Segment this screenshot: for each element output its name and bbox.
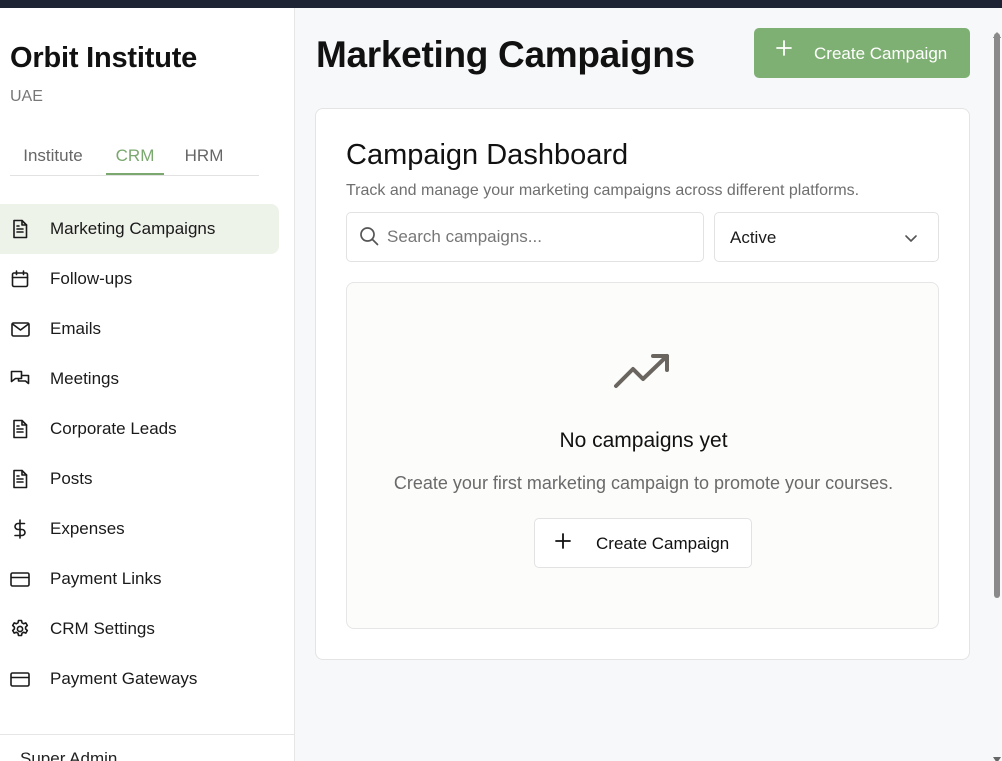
- sidebar-item-posts[interactable]: Posts: [0, 454, 279, 504]
- scrollbar-thumb[interactable]: [994, 33, 1000, 598]
- window-top-bar: [0, 0, 1002, 8]
- create-campaign-button[interactable]: Create Campaign: [754, 28, 970, 78]
- trending-up-icon: [613, 353, 673, 398]
- page-scrollbar[interactable]: [992, 8, 1002, 761]
- user-name: Super Admin: [20, 749, 118, 761]
- campaign-dashboard-card: Campaign Dashboard Track and manage your…: [315, 108, 970, 660]
- tab-institute[interactable]: Institute: [10, 141, 96, 175]
- document-icon: [10, 419, 30, 439]
- search-icon: [359, 226, 379, 251]
- status-filter-value: Active: [730, 228, 777, 247]
- credit-card-icon: [10, 669, 30, 689]
- page-title: Marketing Campaigns: [316, 34, 695, 75]
- gear-icon: [10, 619, 30, 639]
- sidebar-item-emails[interactable]: Emails: [0, 304, 279, 354]
- sidebar: Orbit Institute UAE Institute CRM HRM Ma…: [0, 8, 295, 761]
- dollar-icon: [10, 519, 30, 539]
- calendar-icon: [10, 269, 30, 289]
- tab-crm[interactable]: CRM: [106, 141, 164, 175]
- dashboard-title: Campaign Dashboard: [346, 139, 629, 171]
- empty-create-campaign-button[interactable]: Create Campaign: [534, 518, 752, 568]
- sidebar-item-expenses[interactable]: Expenses: [0, 504, 279, 554]
- sidebar-item-corporate-leads[interactable]: Corporate Leads: [0, 404, 279, 454]
- create-campaign-label: Create Campaign: [814, 44, 948, 63]
- sidebar-item-label: Payment Gateways: [50, 669, 198, 688]
- sidebar-item-follow-ups[interactable]: Follow-ups: [0, 254, 279, 304]
- sidebar-item-label: Follow-ups: [50, 269, 133, 288]
- empty-state: No campaigns yet Create your first marke…: [346, 282, 939, 629]
- sidebar-user-section[interactable]: Super Admin: [0, 734, 295, 761]
- sidebar-item-label: Marketing Campaigns: [50, 219, 216, 238]
- org-region: UAE: [10, 88, 43, 105]
- plus-icon: [776, 40, 792, 61]
- search-input[interactable]: [387, 213, 697, 261]
- document-icon: [10, 219, 30, 239]
- sidebar-item-label: Payment Links: [50, 569, 162, 588]
- tab-hrm[interactable]: HRM: [174, 141, 234, 175]
- sidebar-item-label: Emails: [50, 319, 102, 338]
- empty-state-title: No campaigns yet: [559, 429, 728, 452]
- credit-card-icon: [10, 569, 30, 589]
- sidebar-item-label: Corporate Leads: [50, 419, 177, 438]
- scroll-down-arrow-icon[interactable]: [993, 750, 1001, 761]
- chevron-down-icon: [903, 230, 919, 251]
- dashboard-subtitle: Track and manage your marketing campaign…: [346, 182, 860, 199]
- sidebar-item-meetings[interactable]: Meetings: [0, 354, 279, 404]
- sidebar-item-crm-settings[interactable]: CRM Settings: [0, 604, 279, 654]
- sidebar-item-payment-gateways[interactable]: Payment Gateways: [0, 654, 279, 704]
- mail-icon: [10, 319, 30, 339]
- plus-icon: [555, 533, 571, 554]
- document-icon: [10, 469, 30, 489]
- empty-state-text: Create your first marketing campaign to …: [393, 473, 894, 493]
- sidebar-item-marketing-campaigns[interactable]: Marketing Campaigns: [0, 204, 279, 254]
- status-filter-select[interactable]: Active: [714, 212, 939, 262]
- sidebar-item-label: Posts: [50, 469, 93, 488]
- sidebar-item-payment-links[interactable]: Payment Links: [0, 554, 279, 604]
- sidebar-item-label: Meetings: [50, 369, 119, 388]
- module-tabs: Institute CRM HRM: [10, 141, 259, 176]
- chat-bubbles-icon: [10, 369, 30, 389]
- empty-create-campaign-label: Create Campaign: [596, 534, 730, 553]
- search-box: [346, 212, 704, 262]
- org-name: Orbit Institute: [10, 42, 198, 74]
- sidebar-item-label: Expenses: [50, 519, 125, 538]
- sidebar-item-label: CRM Settings: [50, 619, 155, 638]
